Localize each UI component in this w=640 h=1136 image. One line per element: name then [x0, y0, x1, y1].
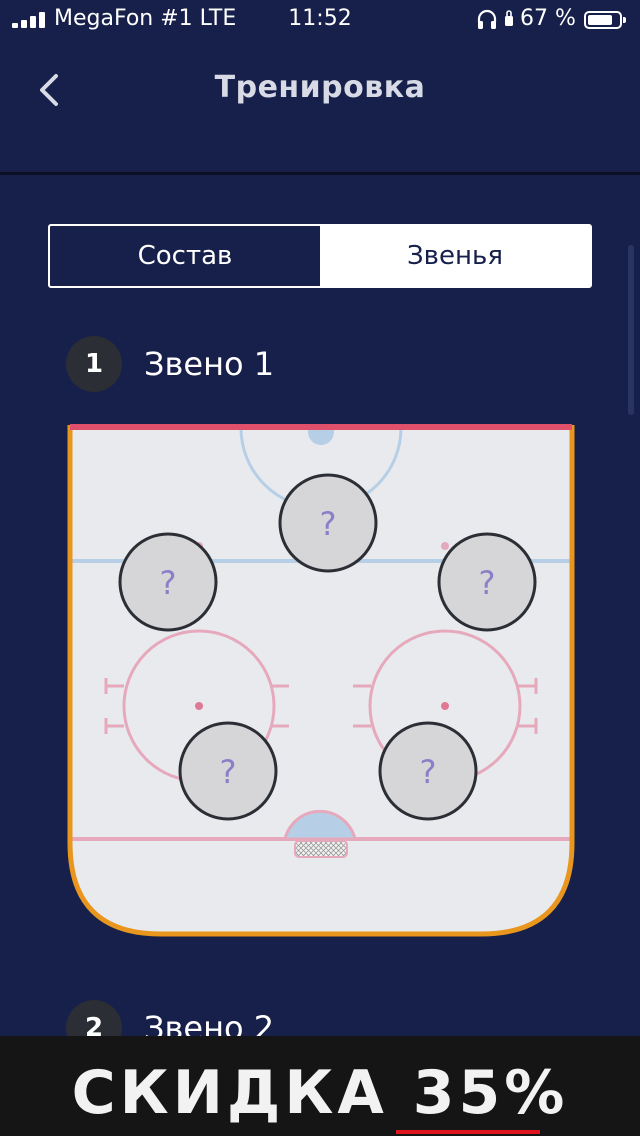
banner-text: СКИДКА 35% — [71, 1058, 569, 1128]
scrollbar[interactable] — [628, 245, 634, 415]
player-slot-left-wing[interactable]: ? — [118, 532, 218, 632]
svg-text:?: ? — [420, 753, 437, 791]
headphones-icon — [477, 9, 497, 29]
tab-lines[interactable]: Звенья — [320, 226, 590, 286]
player-slot-center[interactable]: ? — [278, 473, 378, 573]
svg-text:?: ? — [220, 753, 237, 791]
banner-underline — [396, 1130, 540, 1134]
segmented-control: Состав Звенья — [48, 224, 592, 288]
tab-roster[interactable]: Состав — [50, 226, 320, 286]
nav-divider — [0, 172, 640, 175]
hockey-rink: ? ? ? ? ? — [67, 424, 575, 937]
svg-text:?: ? — [160, 564, 177, 602]
discount-banner[interactable]: СКИДКА 35% — [0, 1036, 640, 1136]
line-title: Звено 1 — [144, 345, 275, 383]
status-bar: MegaFon #1 LTE 11:52 67 % — [0, 0, 640, 40]
player-slot-right-defense[interactable]: ? — [378, 721, 478, 821]
neutral-faceoff-dot-right — [441, 542, 449, 550]
player-slot-right-wing[interactable]: ? — [437, 532, 537, 632]
battery-percent: 67 % — [520, 6, 576, 31]
red-line — [70, 424, 572, 430]
line-number-badge: 1 — [66, 336, 122, 392]
svg-text:?: ? — [320, 505, 337, 543]
line-1-header: 1 Звено 1 — [66, 336, 274, 392]
svg-text:?: ? — [479, 564, 496, 602]
orientation-lock-icon — [505, 10, 513, 26]
page-title: Тренировка — [214, 70, 426, 105]
battery-icon — [584, 11, 626, 29]
player-slot-left-defense[interactable]: ? — [178, 721, 278, 821]
goal-net — [294, 840, 348, 858]
